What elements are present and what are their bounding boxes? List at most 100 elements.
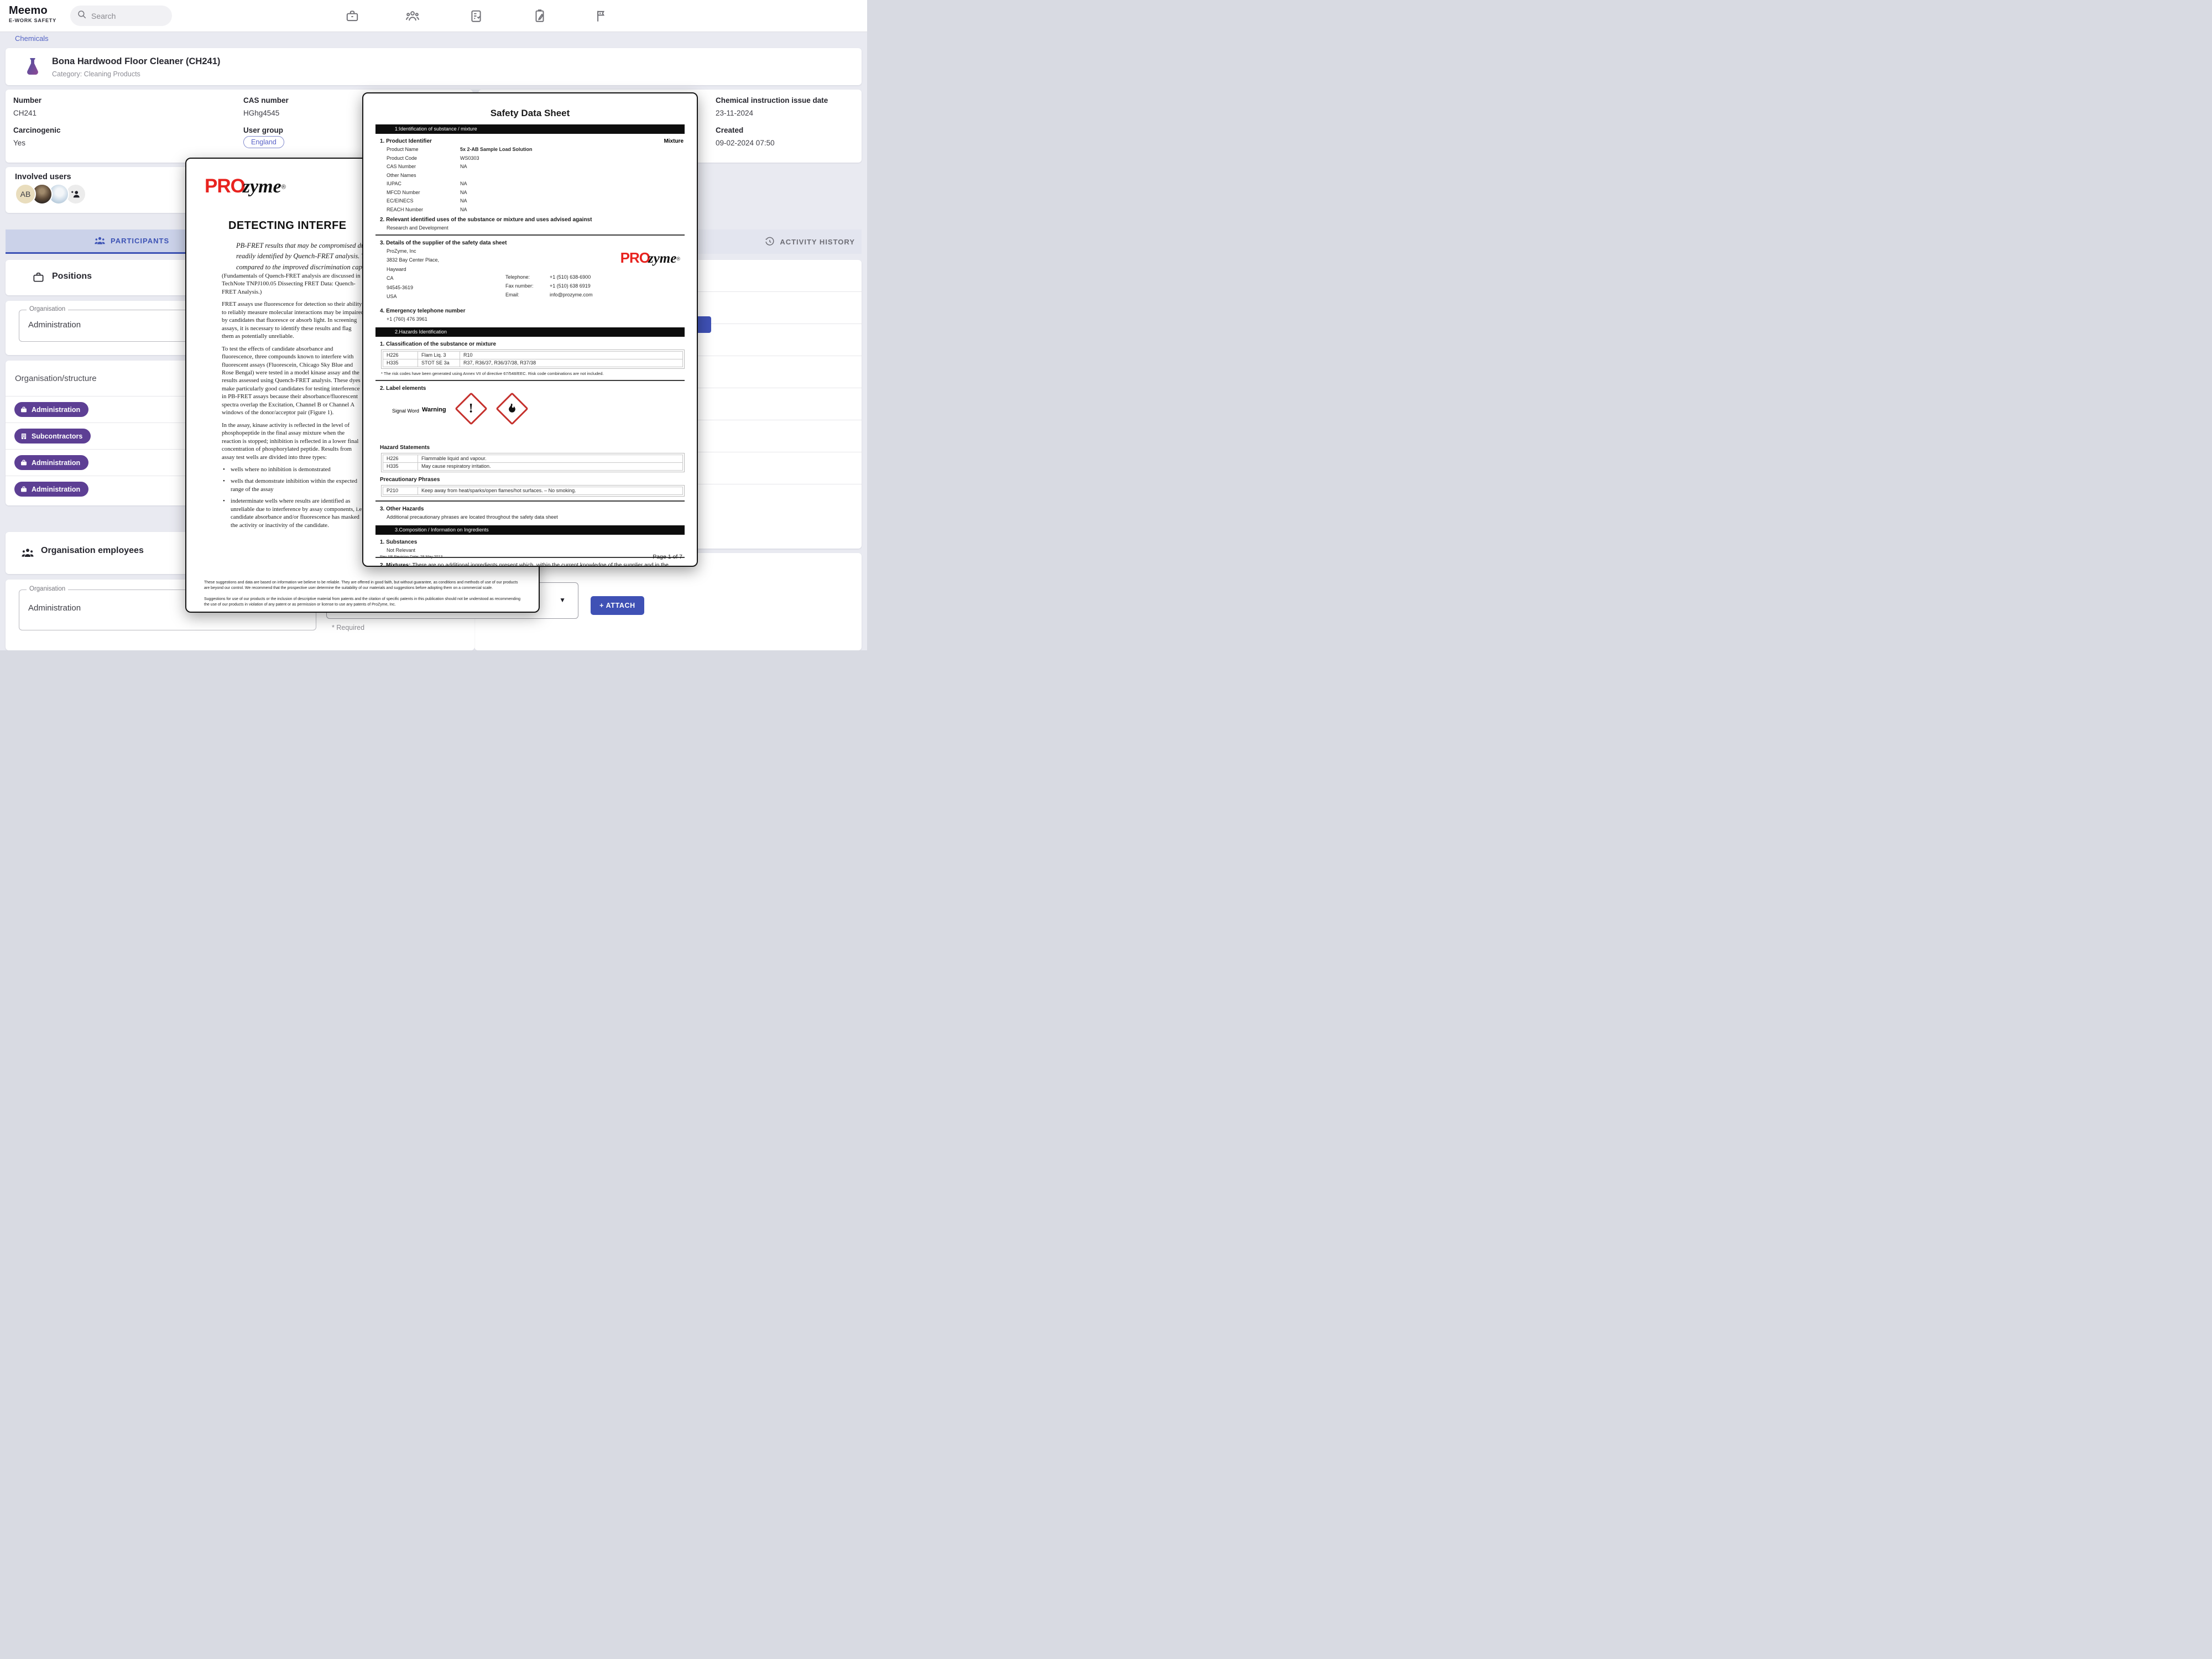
prozyme-doc-body: (Fundamentals of Quench-FRET analysis ar… — [222, 272, 364, 533]
sds-row: CAS NumberNA — [387, 164, 685, 169]
sds-label-elements-heading: 2. Label elements — [380, 385, 685, 392]
ghs-exclamation-pictogram: ! — [455, 392, 487, 425]
sds-classification-note: * The risk codes have been generated usi… — [381, 371, 685, 376]
prozyme-footnote-2: Suggestions for use of our products or t… — [204, 597, 524, 608]
sds-section3-bar: 3.Composition / Information on Ingredien… — [375, 525, 685, 535]
sds-uses-heading: 2. Relevant identified uses of the subst… — [380, 217, 685, 223]
sds-revision-note: Rev AB Revision Date: 28 May 2013 — [380, 555, 442, 559]
sds-label-elements: Signal Word Warning ! — [375, 394, 685, 440]
briefcase-icon — [20, 459, 28, 467]
sds-page-number: Page 1 of 7 — [653, 554, 682, 560]
sds-contact-row: Fax number:+1 (510) 638 6919 — [505, 283, 591, 289]
safety-data-sheet-popup[interactable]: Safety Data Sheet 1:Identification of su… — [362, 92, 698, 567]
attach-button[interactable]: + ATTACH — [591, 596, 644, 615]
created-label: Created — [716, 126, 743, 134]
user-group-chip[interactable]: England — [243, 136, 284, 148]
team-nav-icon[interactable] — [405, 9, 420, 23]
sds-section1-bar: 1:Identification of substance / mixture — [375, 124, 685, 134]
breadcrumb-chemicals[interactable]: Chemicals — [15, 34, 49, 43]
divider — [375, 500, 685, 502]
sds-precautionary-heading: Precautionary Phrases — [380, 477, 685, 483]
prozyme-logo: PROzyme® — [620, 249, 680, 267]
structure-chip-administration-3[interactable]: Administration — [14, 482, 88, 497]
sds-contact-row: Email:info@prozyme.com — [505, 292, 593, 298]
organisation-structure-heading: Organisation/structure — [15, 374, 97, 383]
employees-icon — [21, 546, 34, 560]
tab-participants-label: PARTICIPANTS — [111, 237, 169, 245]
organisation-select-2-label: Organisation — [27, 586, 68, 592]
ghs-flame-pictogram — [495, 392, 528, 425]
structure-chip-label: Subcontractors — [32, 432, 82, 440]
sds-row: Product CodeWS0303 — [387, 155, 685, 161]
sds-classification-table: H226Flam Liq. 3R10 H335STOT SE 3aR37, R3… — [381, 349, 685, 369]
prozyme-footnote-1: These suggestions and data are based on … — [204, 580, 524, 591]
avatar-initials[interactable]: AB — [15, 184, 36, 205]
prozyme-bullet-list: wells where no inhibition is demonstrate… — [222, 466, 364, 529]
issue-date-value: 23-11-2024 — [716, 109, 753, 117]
prozyme-doc-title: DETECTING INTERFE — [228, 220, 346, 232]
number-value: CH241 — [13, 109, 36, 117]
search-input[interactable] — [91, 12, 158, 20]
structure-chip-subcontractors[interactable]: Subcontractors — [14, 429, 91, 444]
sds-row: MFCD NumberNA — [387, 190, 685, 195]
report-edit-nav-icon[interactable] — [533, 9, 547, 23]
signal-word-value: Warning — [422, 406, 446, 413]
structure-chip-administration-1[interactable]: Administration — [14, 402, 88, 417]
sds-other-hazards-text: Additional precautionary phrases are loc… — [387, 514, 685, 520]
top-bar: Meemo E-WORK SAFETY — [0, 0, 867, 32]
sds-mixture-tag: Mixture — [664, 138, 684, 144]
sds-product-identifier-heading: 1. Product Identifier — [380, 138, 685, 144]
chevron-down-icon: ▼ — [559, 596, 566, 604]
app-logo[interactable]: Meemo E-WORK SAFETY — [9, 4, 56, 23]
sds-row: EC/EINECSNA — [387, 198, 685, 204]
organisation-select-value: Administration — [28, 320, 81, 330]
divider — [375, 234, 685, 236]
involved-users-label: Involved users — [15, 173, 71, 181]
structure-chip-label: Administration — [32, 459, 80, 467]
app-screen: Meemo E-WORK SAFETY Chemicals — [0, 0, 867, 650]
chemical-category: Category: Cleaning Products — [52, 70, 140, 78]
checklist-nav-icon[interactable] — [469, 9, 483, 23]
prozyme-logo-zyme: zyme — [243, 176, 281, 197]
sds-emergency-value: +1 (760) 476 3961 — [387, 316, 685, 322]
prozyme-logo-pro: PRO — [205, 175, 245, 197]
created-value: 09-02-2024 07:50 — [716, 139, 775, 147]
tab-activity-history-label: ACTIVITY HISTORY — [780, 238, 855, 246]
sds-emergency-heading: 4. Emergency telephone number — [380, 308, 685, 314]
sds-classification-heading: 1. Classification of the substance or mi… — [380, 341, 685, 347]
sds-uses-value: Research and Development — [387, 225, 685, 231]
sds-hazard-table: H226Flammable liquid and vapour. H335May… — [381, 453, 685, 472]
sds-hazard-statements-heading: Hazard Statements — [380, 445, 685, 451]
sds-section2-bar: 2.Hazards Identification — [375, 327, 685, 337]
search-icon — [77, 9, 87, 22]
prozyme-logo: PROzyme® — [205, 175, 286, 197]
sds-mixtures: 2. Mixtures: There are no additional ing… — [380, 562, 685, 567]
signal-word-label: Signal Word — [392, 408, 419, 414]
sds-other-hazards-heading: 3. Other Hazards — [380, 506, 685, 512]
sds-substances-value: Not Relevant — [387, 547, 685, 553]
registered-mark: ® — [281, 184, 286, 191]
search-bar[interactable] — [70, 6, 172, 26]
number-label: Number — [13, 96, 41, 105]
structure-chip-administration-2[interactable]: Administration — [14, 455, 88, 470]
sds-contact-row: Telephone:+1 (510) 638-6900 — [505, 274, 591, 280]
briefcase-icon — [32, 271, 45, 284]
briefcase-icon — [20, 486, 28, 493]
sds-substances-heading: 1. Substances — [380, 539, 685, 545]
sds-row: Other Names — [387, 173, 685, 178]
structure-chip-label: Administration — [32, 486, 80, 493]
sds-row: IUPACNA — [387, 181, 685, 186]
user-group-label: User group — [243, 126, 283, 134]
organisation-employees-heading: Organisation employees — [41, 546, 144, 556]
structure-chip-label: Administration — [32, 406, 80, 414]
briefcase-nav-icon[interactable] — [345, 9, 359, 23]
page-title: Bona Hardwood Floor Cleaner (CH241) — [52, 56, 220, 67]
required-note: * Required — [332, 624, 364, 632]
flag-nav-icon[interactable] — [593, 9, 608, 23]
person-add-icon — [70, 189, 81, 200]
organisation-select-2-value: Administration — [28, 603, 81, 613]
app-tagline: E-WORK SAFETY — [9, 18, 56, 23]
sds-supplier-block: ProZyme, Inc 3832 Bay Center Place, Hayw… — [387, 248, 685, 304]
issue-date-label: Chemical instruction issue date — [716, 96, 828, 105]
carcinogenic-value: Yes — [13, 139, 25, 147]
